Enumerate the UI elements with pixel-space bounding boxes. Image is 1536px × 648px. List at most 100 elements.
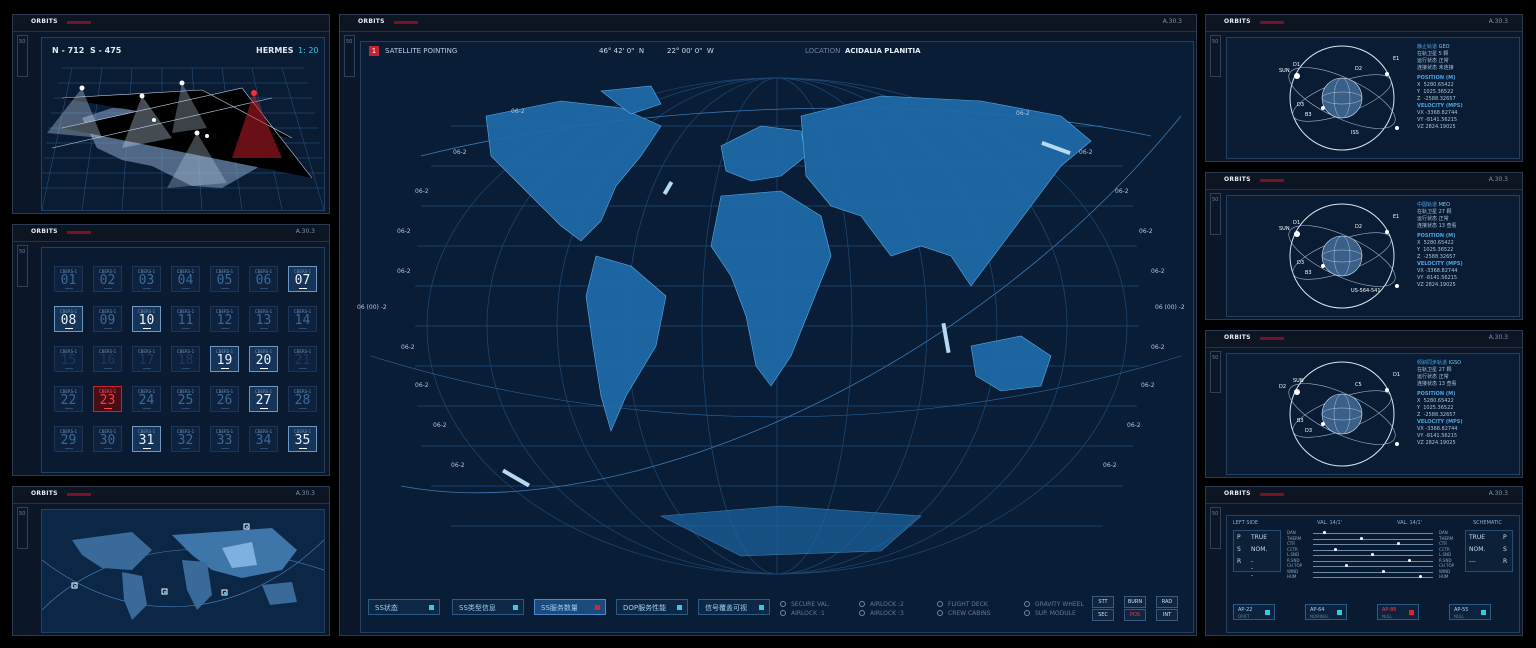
option-airlock-3[interactable]: AIRLOCK :3 [859,610,904,617]
slider-knob[interactable] [1360,536,1363,540]
row-label: 连接状态 [1417,223,1438,229]
tile-number: 35 [294,433,311,448]
satellite-tile[interactable]: CBERS-1 08 [54,306,83,332]
option-secure-val[interactable]: SECURE VAL. [780,601,830,608]
status-indicator [513,605,518,610]
satellite-tile[interactable]: CBERS-1 12 [210,306,239,332]
side-label: 50 [19,249,26,255]
satellite-tile[interactable]: CBERS-1 22 [54,386,83,412]
slider-knob[interactable] [1323,531,1326,534]
slider-track[interactable] [1313,560,1433,562]
slider-track[interactable] [1313,544,1433,545]
signal-coverage-button[interactable]: 信号覆盖可视 [698,599,770,615]
satellite-tile[interactable]: CBERS-1 29 [54,426,83,452]
satellite-tile[interactable]: CBERS-1 33 [210,426,239,452]
pos-button[interactable]: POS [1124,609,1146,621]
ss-type-info-button[interactable]: SS类型信息 [452,599,524,615]
stt-button[interactable]: STT [1092,596,1114,608]
satellite-tile[interactable]: CBERS-1 28 [288,386,317,412]
ss-status-button[interactable]: SS状态 [368,599,440,615]
tile-underline [182,288,190,289]
satellite-tile[interactable]: CBERS-1 11 [171,306,200,332]
satellite-tile[interactable]: CBERS-1 05 [210,266,239,292]
option-flight-deck[interactable]: FLIGHT DECK [937,601,988,608]
map-tag: 06-2 [511,108,525,115]
satellite-tile[interactable]: CBERS-1 03 [132,266,161,292]
orbit-label: D2 [1279,384,1287,390]
satellite-tile[interactable]: CBERS-1 31 [132,426,161,452]
tile-underline [299,288,307,289]
satellite-tile[interactable]: CBERS-1 01 [54,266,83,292]
slider-knob[interactable] [1371,553,1374,556]
satellite-tile[interactable]: CBERS-1 25 [171,386,200,412]
ap-indicator[interactable]: AP-55 NULL [1449,604,1491,620]
tile-number: 16 [99,353,116,368]
tile-number: 30 [99,433,116,448]
satellite-tile[interactable]: CBERS-1 09 [93,306,122,332]
dop-performance-button[interactable]: DOP服务性能 [616,599,688,615]
side-label: 50 [1212,511,1219,517]
satellite-tile[interactable]: CBERS-1 19 [210,346,239,372]
option-crew-cabins[interactable]: CREW CABINS [937,610,990,617]
satellite-tile[interactable]: CBERS-1 17 [132,346,161,372]
satellite-tile[interactable]: CBERS-1 02 [93,266,122,292]
ap-indicator[interactable]: AP-86 NULL [1377,604,1419,620]
slider-knob[interactable] [1408,558,1411,562]
row-value: 正常 [1438,216,1449,222]
ap-status: NULL [1382,614,1393,619]
satellite-tile[interactable]: CBERS-1 24 [132,386,161,412]
panel-header: ORBITS A.30.3 [1206,15,1522,32]
slider-knob[interactable] [1397,542,1400,545]
panel-code: A.30.3 [1488,334,1508,341]
status-key: S [1503,546,1507,553]
tile-number: 01 [60,273,77,288]
ap-code: AP-64 [1310,607,1325,613]
slider-track[interactable] [1313,571,1433,573]
ap-code: AP-86 [1382,607,1397,613]
ap-indicator[interactable]: AP-22 DRIFT [1233,604,1275,620]
slider-knob[interactable] [1382,569,1385,573]
rad-button[interactable]: RAD [1156,596,1178,608]
satellite-tile[interactable]: CBERS-1 18 [171,346,200,372]
satellite-tile[interactable]: CBERS-1 07 [288,266,317,292]
slider-knob[interactable] [1345,564,1348,567]
ss-service-count-button[interactable]: SS服务数量 [534,599,606,615]
sec-button[interactable]: SEC [1092,609,1114,621]
satellite-tile[interactable]: CBERS-1 14 [288,306,317,332]
satellite-tile[interactable]: CBERS-1 15 [54,346,83,372]
panel-title: ORBITS [31,228,58,235]
slider-track[interactable] [1313,533,1433,534]
option-gravity-wheel[interactable]: GRAVITY WHEEL [1024,601,1084,608]
slider-track[interactable] [1313,538,1433,540]
slider-label-right: HUM [1439,574,1449,579]
option-airlock-2[interactable]: AIRLOCK :2 [859,601,904,608]
satellite-tile[interactable]: CBERS-1 20 [249,346,278,372]
satellite-tile[interactable]: CBERS-1 30 [93,426,122,452]
satellite-tile[interactable]: CBERS-1 34 [249,426,278,452]
option-airlock-1[interactable]: AIRLOCK :1 [780,610,825,617]
satellite-tile[interactable]: CBERS-1 32 [171,426,200,452]
satellite-tile[interactable]: CBERS-1 26 [210,386,239,412]
satellite-tile[interactable]: CBERS-1 23 [93,386,122,412]
satellite-tile[interactable]: CBERS-1 21 [288,346,317,372]
satellite-tile[interactable]: CBERS-1 10 [132,306,161,332]
burn-button[interactable]: BURN [1124,596,1146,608]
satellite-tile[interactable]: CBERS-1 35 [288,426,317,452]
panel-header: ORBITS A.30.3 [1206,331,1522,348]
slider-track[interactable] [1313,549,1433,551]
slider-track[interactable] [1313,566,1433,567]
satellite-tile[interactable]: CBERS-1 04 [171,266,200,292]
satellite-tile[interactable]: CBERS-1 13 [249,306,278,332]
satellite-tile[interactable]: CBERS-1 16 [93,346,122,372]
slider-track[interactable] [1313,577,1433,578]
int-button[interactable]: INT [1156,609,1178,621]
option-sup-module[interactable]: SUP. MODULE [1024,610,1076,617]
tile-underline [221,448,229,449]
slider-knob[interactable] [1334,547,1337,551]
satellite-tile[interactable]: CBERS-1 06 [249,266,278,292]
longitude: 22° 00' 0" W [667,47,714,55]
satellite-tile[interactable]: CBERS-1 27 [249,386,278,412]
ap-indicator[interactable]: AP-64 NOMINAL [1305,604,1347,620]
slider-label-right: CH.TOP [1439,563,1455,568]
slider-knob[interactable] [1419,575,1422,578]
